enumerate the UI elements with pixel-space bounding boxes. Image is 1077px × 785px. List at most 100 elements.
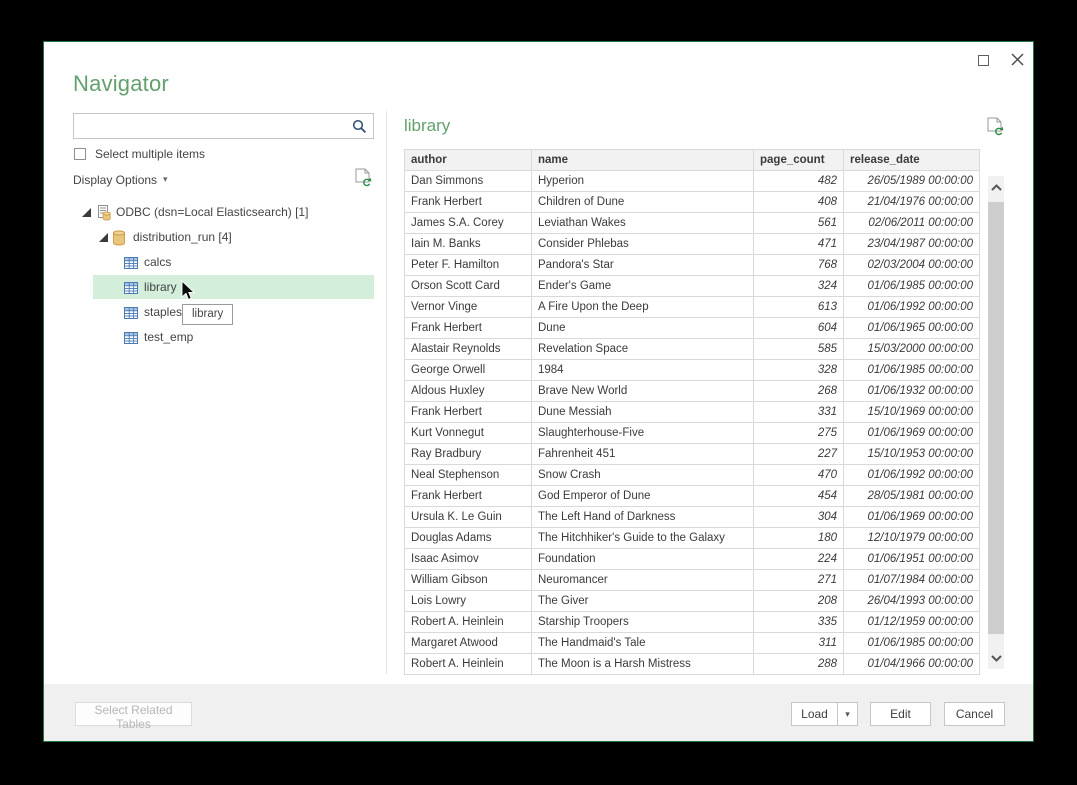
cell-author: Vernor Vinge [405, 297, 532, 318]
cell-name: Slaughterhouse-Five [532, 423, 754, 444]
cell-page_count: 561 [754, 213, 844, 234]
page-title: Navigator [73, 71, 169, 97]
search-input[interactable] [74, 114, 346, 138]
cell-name: Dune [532, 318, 754, 339]
cell-page_count: 331 [754, 402, 844, 423]
preview-title: library [404, 116, 450, 136]
edit-button[interactable]: Edit [870, 702, 931, 726]
cell-release_date: 01/06/1932 00:00:00 [844, 381, 980, 402]
tree-item-distribution-run[interactable]: distribution_run [4] [44, 225, 386, 250]
display-options-dropdown[interactable]: Display Options▾ [73, 171, 168, 189]
cell-name: God Emperor of Dune [532, 486, 754, 507]
cell-author: Ray Bradbury [405, 444, 532, 465]
tooltip: library [182, 304, 233, 325]
cell-page_count: 604 [754, 318, 844, 339]
search-icon[interactable] [352, 119, 367, 134]
tree-item-test-emp[interactable]: test_emp [44, 325, 386, 350]
cell-page_count: 408 [754, 192, 844, 213]
cell-page_count: 585 [754, 339, 844, 360]
table-row: Frank HerbertDune60401/06/1965 00:00:00 [405, 318, 980, 339]
cell-author: George Orwell [405, 360, 532, 381]
tree-item-odbc-source[interactable]: ODBC (dsn=Local Elasticsearch) [1] [44, 200, 386, 225]
cell-release_date: 01/06/1992 00:00:00 [844, 297, 980, 318]
scrollbar-thumb[interactable] [988, 202, 1004, 634]
tree-item-label: test_emp [144, 325, 193, 350]
scroll-up-button[interactable] [988, 176, 1004, 198]
cell-page_count: 311 [754, 633, 844, 654]
cell-author: Margaret Atwood [405, 633, 532, 654]
cell-name: Ender's Game [532, 276, 754, 297]
cell-release_date: 23/04/1987 00:00:00 [844, 234, 980, 255]
cell-name: Pandora's Star [532, 255, 754, 276]
column-header-author: author [405, 150, 532, 171]
load-dropdown-button[interactable]: ▾ [837, 702, 858, 726]
refresh-preview-button[interactable] [985, 117, 1005, 137]
cell-author: Douglas Adams [405, 528, 532, 549]
cell-name: Starship Troopers [532, 612, 754, 633]
cell-release_date: 01/06/1951 00:00:00 [844, 549, 980, 570]
cell-name: Neuromancer [532, 570, 754, 591]
cell-page_count: 275 [754, 423, 844, 444]
cell-release_date: 01/06/1985 00:00:00 [844, 360, 980, 381]
cancel-button[interactable]: Cancel [944, 702, 1005, 726]
cell-page_count: 304 [754, 507, 844, 528]
cell-author: Peter F. Hamilton [405, 255, 532, 276]
cell-page_count: 768 [754, 255, 844, 276]
table-row: Dan SimmonsHyperion48226/05/1989 00:00:0… [405, 171, 980, 192]
cell-author: Frank Herbert [405, 318, 532, 339]
cell-page_count: 454 [754, 486, 844, 507]
cell-name: Leviathan Wakes [532, 213, 754, 234]
select-multiple-row: Select multiple items [74, 146, 205, 162]
cell-page_count: 227 [754, 444, 844, 465]
cell-release_date: 01/06/1969 00:00:00 [844, 423, 980, 444]
close-icon [1011, 53, 1024, 66]
cell-page_count: 482 [754, 171, 844, 192]
refresh-source-button[interactable] [353, 168, 373, 188]
cell-release_date: 01/06/1985 00:00:00 [844, 276, 980, 297]
cell-page_count: 470 [754, 465, 844, 486]
cell-name: Hyperion [532, 171, 754, 192]
cell-name: Dune Messiah [532, 402, 754, 423]
chevron-up-icon [991, 184, 1002, 191]
cell-author: Dan Simmons [405, 171, 532, 192]
display-options-label: Display Options [73, 173, 157, 187]
column-header-release-date: release_date [844, 150, 980, 171]
cell-release_date: 02/06/2011 00:00:00 [844, 213, 980, 234]
expand-collapse-icon[interactable] [99, 233, 108, 242]
vertical-scrollbar[interactable] [988, 176, 1004, 669]
select-related-tables-button[interactable]: Select Related Tables [75, 702, 192, 726]
cell-author: Frank Herbert [405, 402, 532, 423]
scroll-down-button[interactable] [988, 647, 1004, 669]
cell-release_date: 15/10/1969 00:00:00 [844, 402, 980, 423]
maximize-icon [978, 55, 989, 66]
table-row: Lois LowryThe Giver20826/04/1993 00:00:0… [405, 591, 980, 612]
refresh-icon [987, 117, 1004, 136]
cell-author: Robert A. Heinlein [405, 612, 532, 633]
column-header-page-count: page_count [754, 150, 844, 171]
load-button[interactable]: Load [791, 702, 838, 726]
cell-release_date: 01/06/1969 00:00:00 [844, 507, 980, 528]
select-multiple-checkbox[interactable] [74, 148, 86, 160]
cell-release_date: 28/05/1981 00:00:00 [844, 486, 980, 507]
cell-page_count: 471 [754, 234, 844, 255]
cell-release_date: 01/12/1959 00:00:00 [844, 612, 980, 633]
cell-page_count: 288 [754, 654, 844, 675]
expand-collapse-icon[interactable] [82, 208, 91, 217]
cell-author: Aldous Huxley [405, 381, 532, 402]
tree-item-library[interactable]: library [44, 275, 386, 300]
cell-release_date: 02/03/2004 00:00:00 [844, 255, 980, 276]
cell-author: Iain M. Banks [405, 234, 532, 255]
cell-release_date: 26/04/1993 00:00:00 [844, 591, 980, 612]
cell-page_count: 271 [754, 570, 844, 591]
cell-author: Neal Stephenson [405, 465, 532, 486]
cell-page_count: 324 [754, 276, 844, 297]
table-header-row: author name page_count release_date [405, 150, 980, 171]
navigator-dialog: Navigator Select multiple items Display … [43, 41, 1034, 742]
tree-item-calcs[interactable]: calcs [44, 250, 386, 275]
cell-name: Children of Dune [532, 192, 754, 213]
maximize-button[interactable] [969, 48, 997, 72]
close-button[interactable] [1002, 46, 1032, 72]
search-box [73, 113, 374, 139]
cell-author: Ursula K. Le Guin [405, 507, 532, 528]
table-row: Frank HerbertGod Emperor of Dune45428/05… [405, 486, 980, 507]
